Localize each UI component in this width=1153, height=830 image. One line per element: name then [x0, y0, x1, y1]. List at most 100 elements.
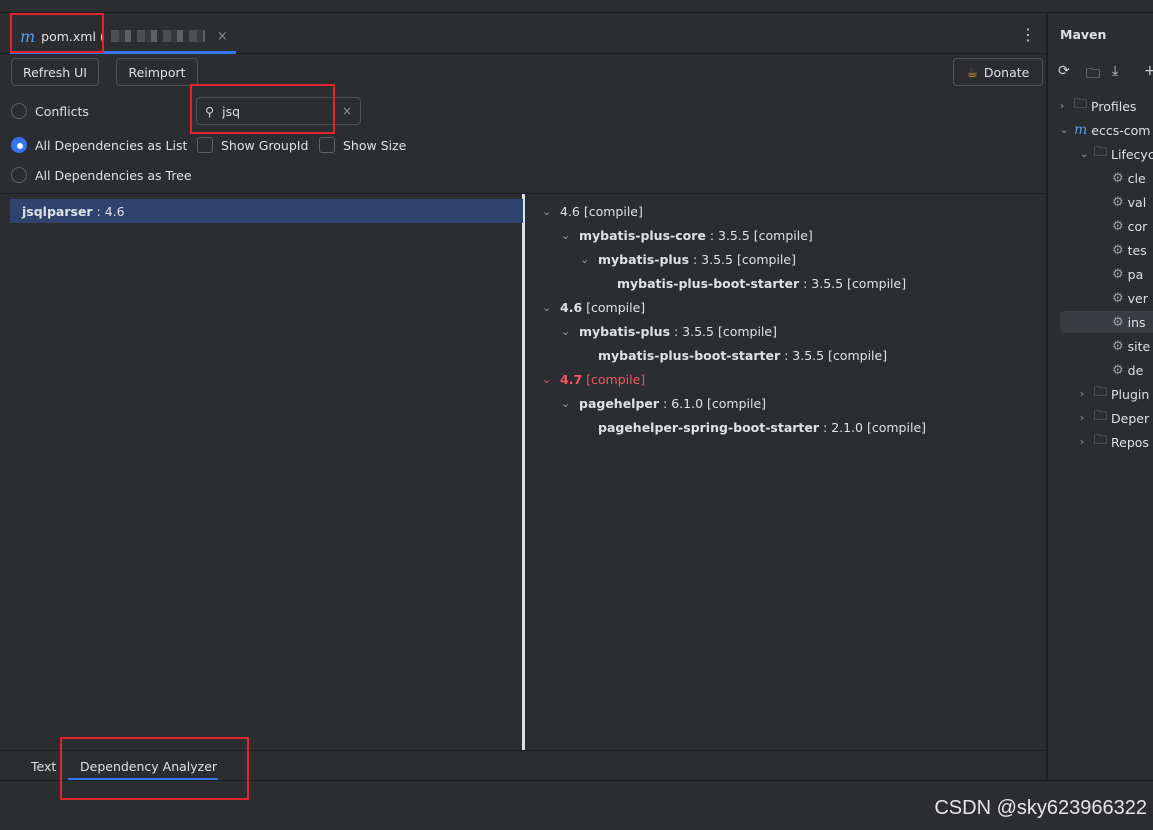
chevron-down-icon[interactable]: ⌄: [1080, 149, 1090, 160]
tree-row-text: mybatis-plus : 3.5.5 [compile]: [598, 252, 796, 267]
tree-dependency-name: 4.7: [560, 371, 583, 387]
maven-tree-item[interactable]: ⚙ tes: [1098, 239, 1147, 261]
maven-tree-label: ver: [1127, 290, 1148, 306]
radio-circle[interactable]: [11, 167, 27, 183]
tree-dependency-version: : 3.5.5 [compile]: [780, 347, 888, 363]
dependency-tree-pane: ⌄ 4.6 [compile] ⌄ mybatis-plus-core : 3.5.5…: [528, 194, 1046, 750]
folder-icon: 🗀: [1094, 385, 1108, 400]
maven-tree-label: Plugin: [1111, 386, 1150, 402]
list-item[interactable]: jsqlparser : 4.6: [10, 199, 523, 223]
chevron-down-icon[interactable]: ⌄: [542, 205, 554, 218]
chevron-down-icon[interactable]: ⌄: [1060, 125, 1070, 136]
maven-tree-item[interactable]: › 🗀 Deper: [1080, 407, 1149, 429]
gear-icon: ⚙: [1112, 338, 1124, 354]
maven-tree-item[interactable]: ⚙ ins: [1060, 311, 1153, 333]
tree-row[interactable]: ⌄ mybatis-plus-core : 3.5.5 [compile]: [561, 223, 813, 247]
tab-text[interactable]: Text: [31, 759, 56, 774]
maven-tree-label: cor: [1127, 218, 1148, 234]
donate-icon: ☕: [966, 64, 978, 80]
tree-row-text: 4.6 [compile]: [560, 300, 645, 315]
maven-tree-item[interactable]: ⚙ pa: [1098, 263, 1143, 285]
maven-tree-label: Repos: [1111, 434, 1149, 450]
tree-dependency-name: mybatis-plus-boot-starter: [598, 347, 781, 363]
maven-tree-item[interactable]: › 🗀 Repos: [1080, 431, 1149, 453]
maven-tree-item[interactable]: › 🗀 Profiles: [1060, 95, 1136, 117]
tree-row[interactable]: ⌄ 4.6 [compile]: [542, 295, 645, 319]
maven-tree-item[interactable]: ⌄ m eccs-com: [1060, 119, 1150, 141]
tree-row-text: mybatis-plus-core : 3.5.5 [compile]: [579, 228, 813, 243]
chevron-right-icon[interactable]: ›: [1080, 437, 1090, 448]
chevron-down-icon[interactable]: ⌄: [542, 301, 554, 314]
editor-area: m pom.xml ( × ⋮ Refresh UI Reimport ☕ Do…: [0, 13, 1046, 781]
analyzer-toolbar: Refresh UI Reimport ☕ Donate Conflicts ⚲…: [0, 55, 1046, 195]
chevron-right-icon[interactable]: ›: [1060, 101, 1070, 112]
gear-icon: ⚙: [1112, 362, 1124, 378]
donate-label: Donate: [983, 64, 1030, 80]
chevron-down-icon[interactable]: ⌄: [561, 229, 573, 242]
maven-tree-item[interactable]: ⚙ site: [1098, 335, 1150, 357]
add-folder-icon[interactable]: 🗀: [1086, 63, 1100, 87]
reimport-button[interactable]: Reimport: [116, 58, 198, 86]
maven-tree-item[interactable]: ⌄ 🗀 Lifecyc: [1080, 143, 1153, 165]
gear-icon: ⚙: [1112, 266, 1124, 282]
tree-radio[interactable]: All Dependencies as Tree: [11, 167, 192, 183]
show-groupid-checkbox[interactable]: Show GroupId: [197, 137, 308, 153]
maven-tree-item[interactable]: ⚙ de: [1098, 359, 1143, 381]
maven-tool-window: Maven ⟳ 🗀 ⤓ + ›🗀Profiles⌄meccs-com⌄🗀Life…: [1047, 13, 1153, 780]
chevron-down-icon[interactable]: ⌄: [580, 253, 592, 266]
tree-dependency-version: : 3.5.5 [compile]: [689, 251, 796, 267]
folder-icon: 🗀: [1074, 97, 1088, 112]
tree-row[interactable]: mybatis-plus-boot-starter : 3.5.5 [compi…: [599, 271, 906, 295]
highlight-box-bottom-tab: [60, 737, 249, 800]
chevron-down-icon[interactable]: ⌄: [561, 397, 573, 410]
folder-icon: 🗀: [1094, 145, 1108, 160]
maven-tree-item[interactable]: › 🗀 Plugin: [1080, 383, 1149, 405]
chevron-right-icon[interactable]: ›: [1080, 413, 1090, 424]
tree-row[interactable]: ⌄ mybatis-plus : 3.5.5 [compile]: [561, 319, 777, 343]
tree-row[interactable]: mybatis-plus-boot-starter : 3.5.5 [compi…: [580, 343, 887, 367]
tree-dependency-name: pagehelper: [579, 395, 660, 411]
more-options-icon[interactable]: ⋮: [1020, 25, 1036, 44]
radio-circle[interactable]: [11, 103, 27, 119]
dependency-version: : 4.6: [92, 203, 125, 219]
add-icon[interactable]: +: [1144, 63, 1153, 79]
download-icon[interactable]: ⤓: [1112, 63, 1118, 79]
tree-row[interactable]: pagehelper-spring-boot-starter : 2.1.0 […: [580, 415, 926, 439]
reload-icon[interactable]: ⟳: [1058, 63, 1070, 79]
maven-tree-item[interactable]: ⚙ val: [1098, 191, 1146, 213]
refresh-ui-button[interactable]: Refresh UI: [11, 58, 99, 86]
gear-icon: ⚙: [1112, 242, 1124, 258]
tree-dependency-version: : 6.1.0 [compile]: [659, 395, 767, 411]
checkbox-box[interactable]: [319, 137, 335, 153]
radio-circle-selected[interactable]: [11, 137, 27, 153]
maven-tree-label: cle: [1127, 170, 1146, 186]
tree-row[interactable]: ⌄ pagehelper : 6.1.0 [compile]: [561, 391, 766, 415]
conflicts-radio[interactable]: Conflicts: [11, 103, 89, 119]
show-size-checkbox[interactable]: Show Size: [319, 137, 406, 153]
checkbox-box[interactable]: [197, 137, 213, 153]
tree-row-text: mybatis-plus-boot-starter : 3.5.5 [compi…: [598, 348, 887, 363]
chevron-down-icon[interactable]: ⌄: [561, 325, 573, 338]
tree-dependency-version: [compile]: [582, 371, 646, 387]
blurred-module-name: [110, 30, 205, 42]
conflicts-label: Conflicts: [35, 103, 89, 119]
list-label: All Dependencies as List: [35, 137, 188, 153]
donate-button[interactable]: ☕ Donate: [953, 58, 1043, 86]
clear-search-icon[interactable]: ×: [342, 104, 352, 118]
tree-row[interactable]: ⌄ mybatis-plus : 3.5.5 [compile]: [580, 247, 796, 271]
show-groupid-label: Show GroupId: [221, 137, 309, 153]
maven-tree-item[interactable]: ⚙ cor: [1098, 215, 1147, 237]
tree-row[interactable]: ⌄ 4.7 [compile]: [542, 367, 645, 391]
maven-tree-item[interactable]: ⚙ ver: [1098, 287, 1148, 309]
tree-row[interactable]: ⌄ 4.6 [compile]: [542, 199, 643, 223]
maven-tree-item[interactable]: ⚙ cle: [1098, 167, 1146, 189]
list-radio[interactable]: All Dependencies as List: [11, 137, 187, 153]
tab-close-icon[interactable]: ×: [217, 29, 228, 44]
tree-dependency-name: mybatis-plus-core: [579, 227, 706, 243]
maven-tree-label: tes: [1127, 242, 1147, 258]
tree-label: All Dependencies as Tree: [35, 167, 192, 183]
chevron-down-icon[interactable]: ⌄: [542, 373, 554, 386]
chevron-right-icon[interactable]: ›: [1080, 389, 1090, 400]
maven-tree-label: de: [1127, 362, 1144, 378]
tree-dependency-version: : 3.5.5 [compile]: [799, 275, 907, 291]
